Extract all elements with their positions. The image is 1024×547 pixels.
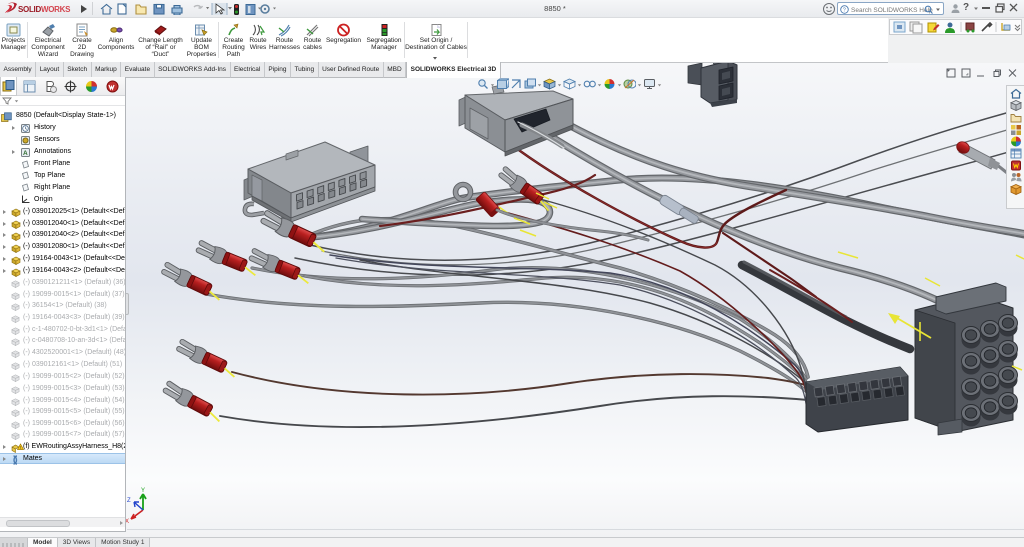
svg-text:Z: Z	[127, 498, 131, 504]
svg-text:Y: Y	[141, 488, 145, 494]
svg-text:WORKS: WORKS	[41, 5, 71, 14]
svg-text:SOLID: SOLID	[18, 5, 41, 14]
svg-text:A: A	[23, 150, 28, 157]
svg-text:!: !	[20, 445, 21, 450]
svg-text:?: ?	[843, 8, 846, 14]
